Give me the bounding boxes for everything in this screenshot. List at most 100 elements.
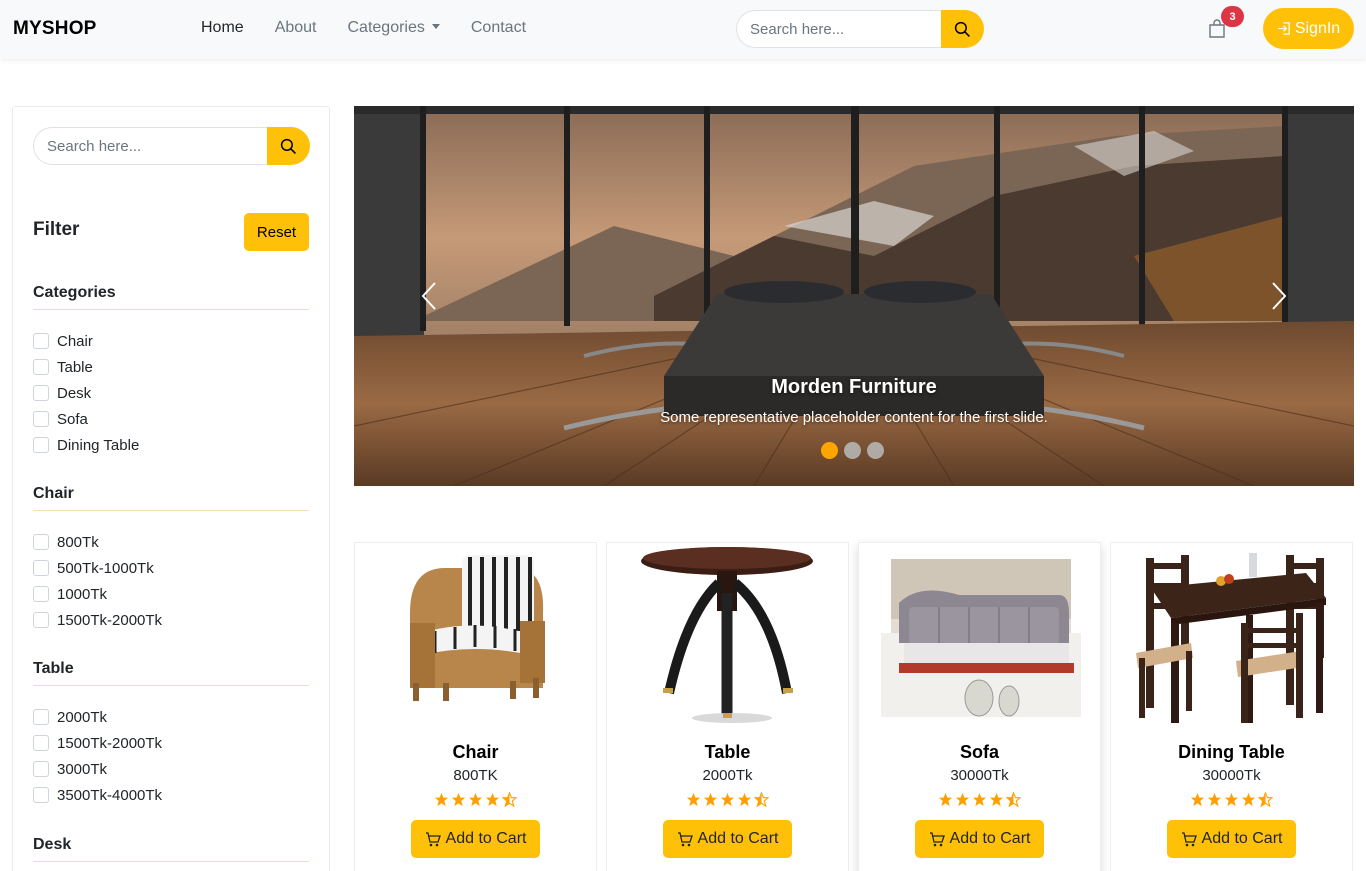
filter-section-title: Chair [33, 485, 309, 511]
carousel-caption-title: Morden Furniture [771, 376, 937, 398]
star-half-icon [753, 791, 770, 808]
nav-link-home[interactable]: Home [201, 19, 244, 37]
filter-option-label: Table [57, 358, 93, 376]
filter-option[interactable]: 1500Tk-2000Tk [33, 607, 309, 633]
carousel-next-button[interactable] [1264, 276, 1294, 316]
login-icon [1277, 22, 1290, 35]
checkbox[interactable] [33, 735, 49, 751]
product-rating [859, 791, 1100, 808]
filter-option[interactable]: 1000Tk [33, 581, 309, 607]
product-rating [355, 791, 596, 808]
filter-section-categories: Categories Chair Table Desk Sofa Dining … [33, 284, 309, 458]
checkbox[interactable] [33, 586, 49, 602]
star-icon [955, 792, 970, 807]
brand-logo[interactable]: MYSHOP [13, 18, 97, 40]
reset-button[interactable]: Reset [244, 213, 309, 251]
product-name[interactable]: Chair [355, 742, 596, 763]
chair-image [410, 555, 545, 701]
product-card-table: Table 2000Tk Add to Cart [606, 542, 849, 871]
navbar-search-button[interactable] [941, 10, 984, 48]
filter-option-label: Dining Table [57, 436, 140, 454]
filter-option[interactable]: 3000Tk [33, 756, 309, 782]
filter-option[interactable]: Table [33, 354, 309, 380]
signin-button[interactable]: SignIn [1263, 8, 1354, 49]
checkbox[interactable] [33, 761, 49, 777]
filter-option-label: Sofa [57, 410, 88, 428]
star-icon [938, 792, 953, 807]
star-icon [1207, 792, 1222, 807]
filter-option[interactable]: 2000Tk [33, 704, 309, 730]
filter-option[interactable]: 3500Tk-4000Tk [33, 782, 309, 808]
add-to-cart-label: Add to Cart [697, 830, 779, 847]
sidebar-search-button[interactable] [267, 127, 310, 165]
filter-option[interactable]: Dining Table [33, 432, 309, 458]
carousel-prev-button[interactable] [414, 276, 444, 316]
product-price: 30000Tk [1202, 767, 1261, 784]
product-rating [1111, 791, 1352, 808]
filter-option-label: 1500Tk-2000Tk [57, 611, 163, 629]
filter-option-label: 800Tk [57, 533, 99, 551]
checkbox[interactable] [33, 560, 49, 576]
add-to-cart-button[interactable]: Add to Cart [1167, 820, 1296, 858]
cart-icon [677, 831, 693, 846]
star-icon [468, 792, 483, 807]
filter-option-label: 1000Tk [57, 585, 108, 603]
filter-option[interactable]: 800Tk [33, 529, 309, 555]
filter-option[interactable]: 1500Tk-2000Tk [33, 730, 309, 756]
checkbox[interactable] [33, 411, 49, 427]
checkbox[interactable] [33, 437, 49, 453]
product-price: 30000Tk [950, 767, 1009, 784]
signin-label: SignIn [1294, 19, 1341, 37]
carousel-indicator[interactable] [867, 442, 884, 459]
checkbox[interactable] [33, 534, 49, 550]
nav-link-categories[interactable]: Categories [348, 19, 440, 37]
carousel-indicators [821, 442, 890, 459]
sidebar-search-input[interactable] [33, 127, 267, 165]
product-price: 800TK [453, 767, 498, 784]
filter-option[interactable]: Chair [33, 328, 309, 354]
nav-link-contact[interactable]: Contact [471, 19, 526, 37]
nav-link-categories-label: Categories [347, 19, 425, 36]
navbar-search-input[interactable] [736, 10, 941, 48]
checkbox[interactable] [33, 709, 49, 725]
star-icon [686, 792, 701, 807]
checkbox[interactable] [33, 359, 49, 375]
add-to-cart-button[interactable]: Add to Cart [411, 820, 540, 858]
cart-icon [1181, 831, 1197, 846]
star-half-icon [501, 791, 518, 808]
checkbox[interactable] [33, 385, 49, 401]
product-name[interactable]: Sofa [859, 742, 1100, 763]
add-to-cart-button[interactable]: Add to Cart [663, 820, 792, 858]
carousel-indicator[interactable] [844, 442, 861, 459]
checkbox[interactable] [33, 333, 49, 349]
checkbox[interactable] [33, 787, 49, 803]
star-icon [434, 792, 449, 807]
filter-option[interactable]: 500Tk-1000Tk [33, 555, 309, 581]
navbar-search [736, 10, 984, 48]
star-icon [972, 792, 987, 807]
filter-option-label: 500Tk-1000Tk [57, 559, 154, 577]
filter-option[interactable]: Desk [33, 380, 309, 406]
carousel-indicator[interactable] [821, 442, 838, 459]
filter-option[interactable]: Sofa [33, 406, 309, 432]
filter-title: Filter [33, 219, 80, 240]
product-name[interactable]: Table [607, 742, 848, 763]
filter-section-table: Table 2000Tk 1500Tk-2000Tk 3000Tk 3500Tk… [33, 660, 309, 808]
sidebar-search [33, 127, 310, 165]
add-to-cart-label: Add to Cart [1201, 830, 1283, 847]
caret-down-icon [431, 24, 440, 29]
product-name[interactable]: Dining Table [1111, 742, 1352, 763]
nav-link-about[interactable]: About [275, 19, 317, 37]
filter-option-label: 1500Tk-2000Tk [57, 734, 163, 752]
star-half-icon [1257, 791, 1274, 808]
star-half-icon [1005, 791, 1022, 808]
checkbox[interactable] [33, 612, 49, 628]
filter-section-title: Table [33, 660, 309, 686]
filter-section-title: Categories [33, 284, 309, 310]
star-icon [1190, 792, 1205, 807]
add-to-cart-label: Add to Cart [949, 830, 1031, 847]
add-to-cart-button[interactable]: Add to Cart [915, 820, 1044, 858]
dining-table-image [1136, 553, 1326, 723]
product-card-sofa: Sofa 30000Tk Add to Cart [858, 542, 1101, 871]
star-icon [1224, 792, 1239, 807]
